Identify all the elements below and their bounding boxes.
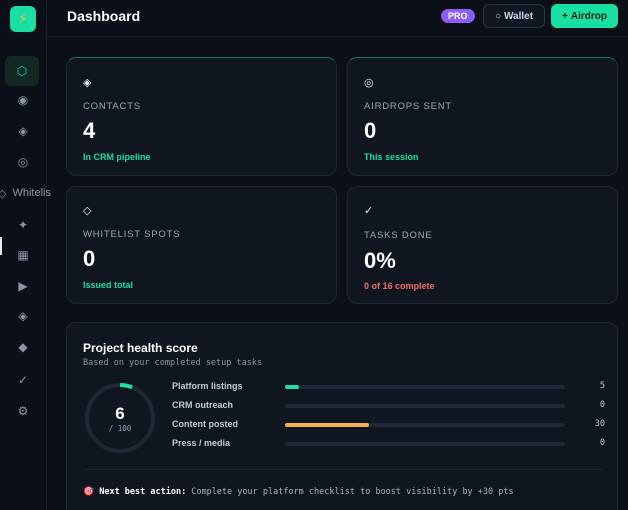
sidebar-item-targets[interactable]: ◉ <box>0 86 46 114</box>
sidebar: ⚡ ⬡ ◉ ◈ ◎ ◇ Whitelis ✦ ▦ ▶ ◈ ◆ ✓ ⚙ <box>0 0 51 510</box>
card-subtext: Issued total <box>83 280 134 290</box>
top-bar: Dashboard PRO ○ Wallet + Airdrop <box>47 0 628 37</box>
metric-value: 0 <box>599 438 605 448</box>
card-label: WHITELIST SPOTS <box>83 229 181 240</box>
divider <box>83 469 602 470</box>
whitelist-spots-card: ◇ WHITELIST SPOTS 0 Issued total <box>66 186 337 304</box>
panel-subtitle: Based on your completed setup tasks <box>83 358 263 368</box>
card-subtext: This session <box>364 152 419 162</box>
sidebar-item-label: Whitelis <box>12 187 51 199</box>
progress-track <box>285 404 565 408</box>
metric-value: 30 <box>594 419 605 429</box>
score-max: / 100 <box>108 424 132 433</box>
sparkle-icon: ✦ <box>17 218 29 232</box>
progress-track <box>285 442 565 446</box>
contacts-card: ◈ CONTACTS 4 In CRM pipeline <box>66 57 337 176</box>
sidebar-item-grid[interactable]: ▦ <box>0 241 46 269</box>
add-airdrop-button-label: Airdrop <box>570 10 607 22</box>
metric-label: CRM outreach <box>172 400 234 410</box>
logo[interactable]: ⚡ <box>10 6 36 32</box>
hexagon-icon: ⬡ <box>16 64 28 78</box>
progress-track <box>285 385 565 389</box>
card-value: 0 <box>364 118 377 143</box>
card-label: AIRDROPS SENT <box>364 101 452 112</box>
diamond-icon: ◈ <box>18 124 28 138</box>
sidebar-item-contacts[interactable]: ◈ <box>0 117 46 145</box>
card-label: CONTACTS <box>83 101 141 112</box>
card-subtext: In CRM pipeline <box>83 152 151 162</box>
bolt-icon: ⚡ <box>18 11 28 26</box>
next-best-action: 🎯 Next best action: Complete your platfo… <box>83 487 514 497</box>
tasks-done-card: ✓ TASKS DONE 0% 0 of 16 complete <box>347 186 618 304</box>
plus-icon: + <box>562 10 568 22</box>
sidebar-item-airdrops[interactable]: ◎ <box>0 148 46 176</box>
next-action-label: Next best action: <box>99 487 187 497</box>
card-value: 0% <box>364 248 396 273</box>
ring-icon: ◎ <box>17 155 29 169</box>
gear-icon: ⚙ <box>17 404 29 418</box>
progress-fill <box>285 423 369 427</box>
metric-row-content-posted: Content posted 30 <box>172 419 605 433</box>
wallet-button-label: Wallet <box>503 10 534 22</box>
diamond-icon: ◈ <box>83 76 92 89</box>
whitelist-icon: ◇ <box>0 186 7 200</box>
panel-title: Project health score <box>83 341 198 355</box>
page-title: Dashboard <box>67 8 141 24</box>
metric-row-press-media: Press / media 0 <box>172 438 605 452</box>
check-icon: ✓ <box>17 373 29 387</box>
card-value: 0 <box>83 246 96 271</box>
wallet-button[interactable]: ○ Wallet <box>483 4 545 28</box>
progress-track <box>285 423 565 427</box>
metric-value: 5 <box>599 381 605 391</box>
pro-badge: PRO <box>441 9 475 23</box>
sidebar-item-settings[interactable]: ⚙ <box>0 397 46 425</box>
sidebar-item-tasks[interactable]: ✓ <box>0 366 46 394</box>
card-value: 4 <box>83 118 96 143</box>
gem-icon: ◆ <box>18 340 28 354</box>
card-label: TASKS DONE <box>364 230 433 241</box>
sidebar-item-whitelist[interactable]: ◇ Whitelis <box>0 185 51 201</box>
play-icon: ▶ <box>18 279 28 293</box>
metric-label: Press / media <box>172 438 231 448</box>
project-health-panel: Project health score Based on your compl… <box>66 322 618 510</box>
target-icon: ◉ <box>17 93 29 107</box>
progress-fill <box>285 385 299 389</box>
sidebar-item-quests[interactable]: ✦ <box>0 211 46 239</box>
whitelist-icon: ◇ <box>83 204 92 217</box>
metric-label: Content posted <box>172 419 238 429</box>
sidebar-item-overview[interactable]: ⬡ <box>5 56 39 86</box>
ring-icon: ◎ <box>364 76 374 89</box>
metric-value: 0 <box>599 400 605 410</box>
grid-icon: ▦ <box>17 248 29 262</box>
next-action-text: Complete your platform checklist to boos… <box>191 487 514 497</box>
target-icon: 🎯 <box>83 487 95 497</box>
add-airdrop-button[interactable]: + Airdrop <box>551 4 618 28</box>
wallet-icon: ○ <box>494 10 501 22</box>
check-icon: ✓ <box>364 204 374 217</box>
sidebar-item-layers[interactable]: ◈ <box>0 302 46 330</box>
sidebar-item-media[interactable]: ▶ <box>0 272 46 300</box>
airdrops-sent-card: ◎ AIRDROPS SENT 0 This session <box>347 57 618 176</box>
metric-label: Platform listings <box>172 381 243 391</box>
layers-icon: ◈ <box>18 309 28 323</box>
metric-row-platform-listings: Platform listings 5 <box>172 381 605 395</box>
card-subtext: 0 of 16 complete <box>364 281 435 291</box>
sidebar-item-assets[interactable]: ◆ <box>0 333 46 361</box>
score-value: 6 <box>115 404 125 423</box>
metric-row-crm-outreach: CRM outreach 0 <box>172 400 605 414</box>
